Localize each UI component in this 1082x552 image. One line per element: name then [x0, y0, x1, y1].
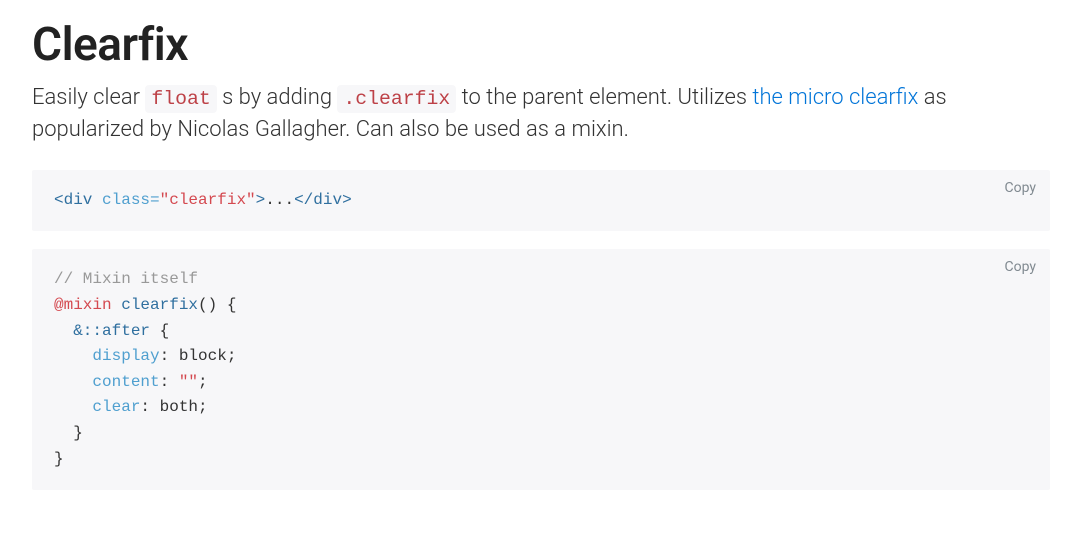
code-tag: </div>: [294, 191, 352, 209]
code-punct: :: [140, 398, 159, 416]
code-attr-value: "clearfix": [160, 191, 256, 209]
code-at-keyword: @mixin: [54, 296, 112, 314]
code-punct: {: [150, 322, 169, 340]
code-punct: {: [217, 296, 236, 314]
intro-paragraph: Easily clear float s by adding .clearfix…: [32, 82, 1050, 146]
code-value: block: [179, 347, 227, 365]
code-punct: }: [54, 424, 83, 442]
code-selector: &::after: [54, 322, 150, 340]
code-space: [92, 191, 102, 209]
code-tag: <div: [54, 191, 92, 209]
inline-code-clearfix: .clearfix: [337, 85, 456, 113]
code-punct: }: [54, 450, 64, 468]
code-text: ...: [265, 191, 294, 209]
copy-button[interactable]: Copy: [1004, 180, 1036, 196]
code-value: "": [179, 373, 198, 391]
code-punct: :: [160, 347, 179, 365]
inline-code-float: float: [145, 85, 216, 113]
code-content: <div class="clearfix">...</div>: [54, 188, 1028, 214]
code-prop: clear: [54, 398, 140, 416]
code-content: // Mixin itself @mixin clearfix() { &::a…: [54, 267, 1028, 472]
code-punct: ;: [227, 347, 237, 365]
intro-link[interactable]: the micro clearfix: [752, 85, 918, 110]
code-attr-name: class=: [102, 191, 160, 209]
code-punct: ;: [198, 373, 208, 391]
code-punct: (): [198, 296, 217, 314]
code-comment: // Mixin itself: [54, 270, 198, 288]
code-prop: content: [54, 373, 160, 391]
intro-text: to the parent element. Utilizes: [456, 85, 752, 110]
code-punct: ;: [198, 398, 208, 416]
intro-text: Easily clear: [32, 85, 145, 110]
code-tag: >: [256, 191, 266, 209]
code-mixin-name: clearfix: [112, 296, 198, 314]
code-value: both: [160, 398, 198, 416]
code-punct: :: [160, 373, 179, 391]
copy-button[interactable]: Copy: [1004, 259, 1036, 275]
code-example-html: Copy <div class="clearfix">...</div>: [32, 170, 1050, 232]
code-prop: display: [54, 347, 160, 365]
page-heading: Clearfix: [32, 18, 1050, 72]
code-example-scss: Copy // Mixin itself @mixin clearfix() {…: [32, 249, 1050, 490]
intro-text: s by adding: [217, 85, 338, 110]
